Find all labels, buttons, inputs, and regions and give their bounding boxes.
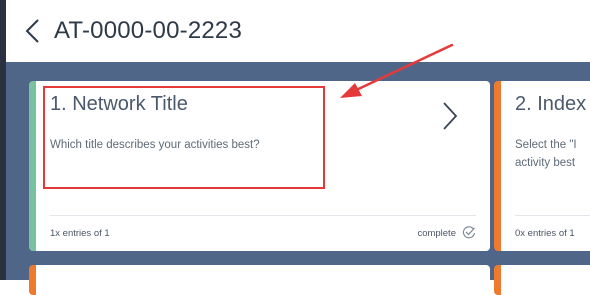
card-description: Select the "I activity best <box>515 139 577 169</box>
chevron-right-icon[interactable] <box>442 101 458 131</box>
section-card-partial[interactable] <box>29 265 490 295</box>
chevron-left-icon[interactable] <box>22 18 44 44</box>
check-circle-icon <box>462 226 475 239</box>
status-label: complete <box>417 228 456 239</box>
entries-count: 1x entries of 1 <box>50 228 110 239</box>
annotation-highlight-box <box>43 86 325 189</box>
entries-count: 0x entries of 1 <box>515 228 575 239</box>
section-card-partial[interactable] <box>494 265 590 295</box>
page-title: AT-0000-00-2223 <box>54 17 243 44</box>
card-footer: 1x entries of 1 complete <box>50 215 476 251</box>
section-card-index[interactable]: 2. Index Select the "I activity best 0x … <box>494 81 590 251</box>
card-title: 2. Index <box>515 93 587 115</box>
header-bar: AT-0000-00-2223 <box>6 0 590 62</box>
card-footer: 0x entries of 1 <box>515 215 590 251</box>
